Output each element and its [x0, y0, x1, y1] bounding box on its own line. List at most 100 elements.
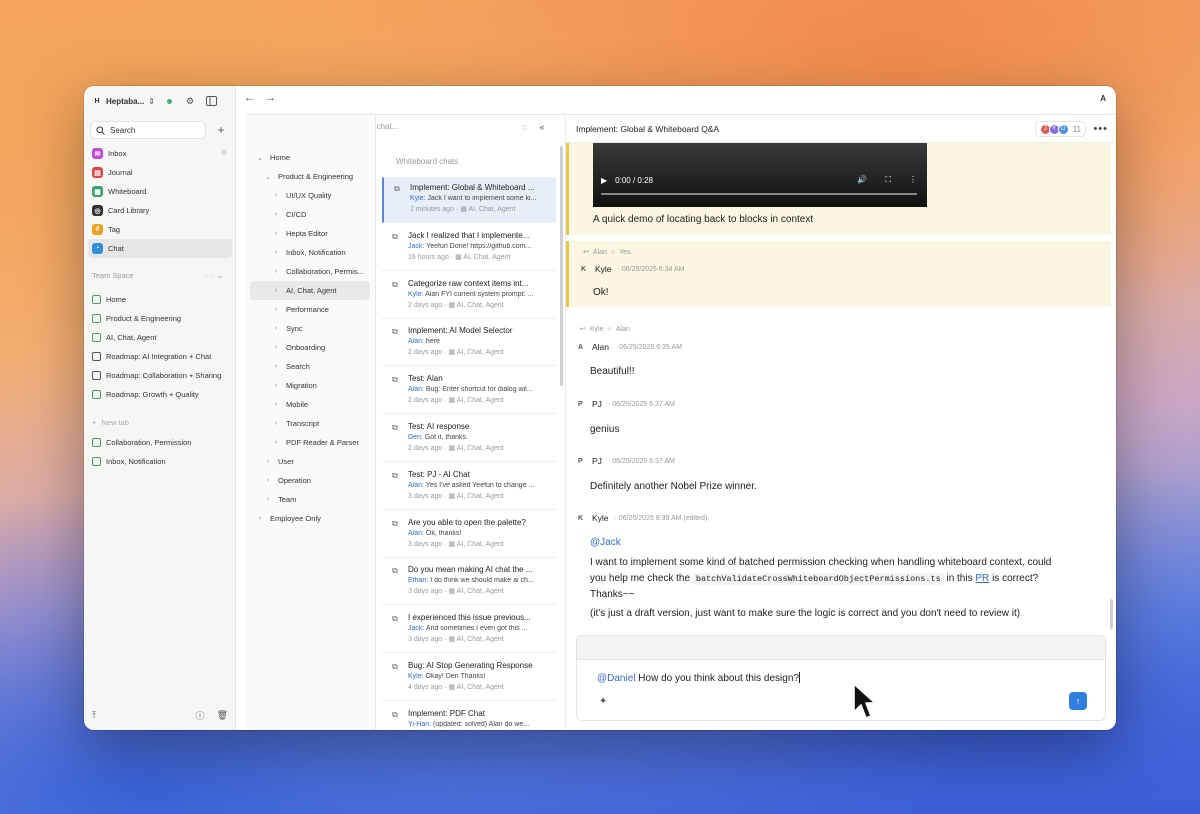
volume-icon[interactable]: 🔊	[857, 175, 867, 185]
tree-item[interactable]: › Employee Only	[250, 509, 370, 528]
chat-list-item[interactable]: ⧉ Test: PJ - AI Chat Alan: Yes I've asked …	[382, 464, 556, 510]
chat-list-scrollbar[interactable]	[560, 146, 563, 386]
workspace-switcher[interactable]: H Heptaba... ⇕ ⚙	[92, 94, 232, 108]
tree-item[interactable]: › Migration	[250, 376, 370, 395]
chevron-right-icon[interactable]: ›	[272, 268, 280, 275]
author-name[interactable]: PJ	[592, 456, 602, 466]
tree-item[interactable]: › CI/CD	[250, 205, 370, 224]
chevron-right-icon[interactable]: ›	[264, 458, 272, 465]
new-tab-button[interactable]: + New tab	[92, 418, 129, 427]
chevron-right-icon[interactable]: ›	[272, 325, 280, 332]
tree-item[interactable]: › User	[250, 452, 370, 471]
new-button[interactable]: +	[212, 121, 230, 139]
tree-item[interactable]: › Transcript	[250, 414, 370, 433]
tree-item[interactable]: › Hepta Editor	[250, 224, 370, 243]
chat-list-item[interactable]: ⧉ Implement: PDF Chat Yi-Han: (updated: so…	[382, 703, 556, 730]
video-progress[interactable]	[601, 193, 917, 195]
message-composer[interactable]: @Daniel How do you think about this desi…	[576, 635, 1106, 721]
chevron-right-icon[interactable]: ›	[272, 306, 280, 313]
help-icon[interactable]: ⓘ	[196, 709, 205, 722]
recent-item[interactable]: Collaboration, Permission	[88, 433, 232, 452]
tree-item[interactable]: › UI/UX Quality	[250, 186, 370, 205]
team-space-header[interactable]: Team Space ··· ⌄	[92, 271, 232, 280]
chevron-right-icon[interactable]: ›	[272, 230, 280, 237]
chat-list-item[interactable]: ⧉ Jack I realized that I implemente... Jac…	[382, 225, 556, 271]
fullscreen-icon[interactable]: ⛶	[885, 175, 891, 185]
chevron-right-icon[interactable]: ›	[272, 382, 280, 389]
tree-item[interactable]: › Team	[250, 490, 370, 509]
sidebar-item-whiteboard[interactable]: ▦ Whiteboard	[88, 182, 232, 201]
sidebar-search[interactable]: Search	[90, 121, 206, 139]
chevron-right-icon[interactable]: ›	[272, 192, 280, 199]
tree-item[interactable]: ⌄ Home	[250, 148, 370, 167]
mention-chip[interactable]: @Daniel	[597, 673, 636, 684]
chevron-right-icon[interactable]: ›	[272, 344, 280, 351]
tree-item[interactable]: ⌄ Product & Engineering	[250, 167, 370, 186]
sidebar-item-inbox[interactable]: ✉ Inbox 0	[88, 144, 232, 163]
chat-list-item[interactable]: ⧉ I experienced this issue previous... Jac…	[382, 607, 556, 654]
team-item[interactable]: Roadmap: AI Integration + Chat	[88, 347, 232, 366]
video-more-icon[interactable]: ⋮	[909, 175, 917, 185]
tree-item[interactable]: › Onboarding	[250, 338, 370, 357]
chevron-down-icon[interactable]: ⌄	[264, 173, 272, 181]
team-item[interactable]: Roadmap: Growth + Quality	[88, 385, 232, 404]
send-button[interactable]: ↑	[1069, 692, 1087, 710]
chevron-right-icon[interactable]: ›	[272, 420, 280, 427]
forward-arrow-icon[interactable]: →	[265, 92, 276, 104]
team-item[interactable]: Home	[88, 290, 232, 309]
gear-icon[interactable]: ⚙	[186, 96, 194, 107]
team-item[interactable]: Product & Engineering	[88, 309, 232, 328]
member-list[interactable]: J Y D 11	[1034, 121, 1086, 137]
user-avatar[interactable]: A	[1100, 94, 1106, 103]
video-player[interactable]: ▶ 0:00 / 0:28 🔊 ⛶ ⋮	[593, 143, 927, 207]
sidebar-item-tag[interactable]: # Tag	[88, 220, 232, 239]
chevron-right-icon[interactable]: ›	[272, 287, 280, 294]
tree-item[interactable]: › PDF Reader & Parser	[250, 433, 370, 452]
sidebar-toggle-icon[interactable]	[206, 96, 218, 106]
message-scrollbar[interactable]	[1110, 599, 1113, 629]
sparkle-icon[interactable]: ✦	[599, 696, 607, 707]
sidebar-item-journal[interactable]: ▤ Journal	[88, 163, 232, 182]
back-arrow-icon[interactable]: ←	[244, 92, 255, 104]
chat-list-item[interactable]: ⧉ Implement: Global & Whiteboard ... Kyle:…	[382, 177, 556, 223]
chat-list-item[interactable]: ⧉ Implement: AI Model Selector Alan: here 2…	[382, 320, 556, 367]
team-item[interactable]: AI, Chat, Agent	[88, 328, 232, 347]
tree-item[interactable]: › Sync	[250, 319, 370, 338]
upload-icon[interactable]: ⤒	[92, 710, 96, 721]
author-name[interactable]: Kyle	[592, 513, 609, 523]
chat-list-item[interactable]: ⧉ Test: AI response Den: Got it, thanks. 2 …	[382, 416, 556, 462]
chevron-right-icon[interactable]: ›	[272, 401, 280, 408]
chevron-right-icon[interactable]: ›	[264, 477, 272, 484]
author-name[interactable]: PJ	[592, 399, 602, 409]
chat-list-item[interactable]: ⧉ Bug: AI Stop Generating Response Kyle: O…	[382, 655, 556, 701]
chat-list-item[interactable]: ⧉ Test: Alan Alan: Bug: Enter shortcut for…	[382, 368, 556, 415]
composer-input[interactable]: @Daniel How do you think about this desi…	[597, 672, 800, 684]
pr-link[interactable]: PR	[975, 573, 989, 584]
chevron-updown-icon[interactable]: ⇕	[148, 97, 155, 106]
chevron-right-icon[interactable]: ›	[272, 363, 280, 370]
chevron-right-icon[interactable]: ›	[272, 211, 280, 218]
chevron-right-icon[interactable]: ›	[272, 439, 280, 446]
tree-item[interactable]: › Search	[250, 357, 370, 376]
author-name[interactable]: Kyle	[595, 264, 612, 274]
chevron-right-icon[interactable]: ›	[256, 515, 264, 522]
more-icon[interactable]: •••	[1093, 123, 1108, 135]
chevron-right-icon[interactable]: ›	[264, 496, 272, 503]
trash-icon[interactable]: 🗑	[217, 710, 228, 721]
more-icon[interactable]: ··· ⌄	[203, 271, 224, 280]
tree-item[interactable]: › Collaboration, Permis...	[250, 262, 370, 281]
chat-list-item[interactable]: ⧉ Are you able to open the palette? Alan: …	[382, 512, 556, 558]
chat-list-item[interactable]: ⧉ Do you mean making AI chat the ... Ethan…	[382, 559, 556, 606]
sidebar-item-card-library[interactable]: ◎ Card Library	[88, 201, 232, 220]
tree-item[interactable]: › Inbox, Notification	[250, 243, 370, 262]
chevron-right-icon[interactable]: ›	[272, 249, 280, 256]
tree-item[interactable]: › Performance	[250, 300, 370, 319]
tree-item[interactable]: › AI, Chat, Agent	[250, 281, 370, 300]
author-name[interactable]: Alan	[592, 342, 609, 352]
chevron-down-icon[interactable]: ⌄	[256, 154, 264, 162]
sidebar-item-chat[interactable]: ◔ Chat	[88, 239, 232, 258]
recent-item[interactable]: Inbox, Notification	[88, 452, 232, 471]
tree-item[interactable]: › Mobile	[250, 395, 370, 414]
team-item[interactable]: Roadmap: Collaboration + Sharing	[88, 366, 232, 385]
tree-item[interactable]: › Operation	[250, 471, 370, 490]
